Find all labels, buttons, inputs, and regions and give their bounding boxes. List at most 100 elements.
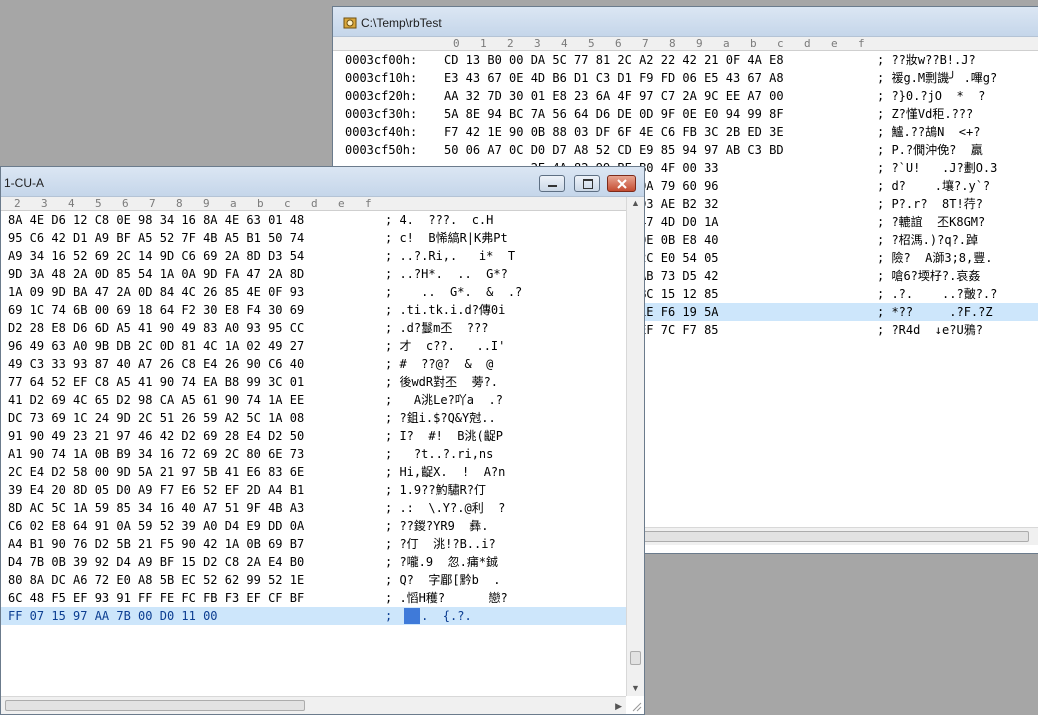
row-hex[interactable]: 91 90 49 23 21 97 46 42 D2 69 28 E4 D2 5… (8, 427, 304, 445)
row-text[interactable]: ; I? #! B洮(齪P (385, 427, 503, 445)
row-text[interactable]: ; ?嚨.9 忽.痡*鋮 (385, 553, 498, 571)
hex-row[interactable]: A1 90 74 1A 0B B9 34 16 72 69 2C 80 6E 7… (1, 445, 626, 463)
hex-row[interactable]: 8A 4E D6 12 C8 0E 98 34 16 8A 4E 63 01 4… (1, 211, 626, 229)
hex-row[interactable]: 41 D2 69 4C 65 D2 98 CA A5 61 90 74 1A E… (1, 391, 626, 409)
hex-row[interactable]: 80 8A DC A6 72 E0 A8 5B EC 52 62 99 52 1… (1, 571, 626, 589)
row-text[interactable]: ; ?柖溤.)?q?.踔 (877, 231, 978, 249)
hex-row[interactable]: 39 E4 20 8D 05 D0 A9 F7 E6 52 EF 2D A4 B… (1, 481, 626, 499)
row-text[interactable]: ; A洮Le?吖a .? (385, 391, 503, 409)
hex-row[interactable]: 0003cf00h: CD 13 B0 00 DA 5C 77 81 2C A2 … (333, 51, 1038, 69)
row-text[interactable]: ; 4. ???. c.H (385, 211, 493, 229)
row-text[interactable]: ; P?.r? 8T!荇? (877, 195, 983, 213)
hex-row[interactable]: 96 49 63 A0 9B DB 2C 0D 81 4C 1A 02 49 2… (1, 337, 626, 355)
row-text[interactable]: ; ?鉏i.$?Q&Y尅.. (385, 409, 496, 427)
row-text[interactable]: ; .慆H穫? 戀? (385, 589, 508, 607)
resize-grip-icon[interactable] (632, 702, 642, 712)
front-hex-rows[interactable]: 8A 4E D6 12 C8 0E 98 34 16 8A 4E 63 01 4… (1, 211, 626, 671)
row-text[interactable]: ; Z?慬Vd秬.??? (877, 105, 973, 123)
hex-row[interactable]: 69 1C 74 6B 00 69 18 64 F2 30 E8 F4 30 6… (1, 301, 626, 319)
row-hex[interactable]: 2C E4 D2 58 00 9D 5A 21 97 5B 41 E6 83 6… (8, 463, 304, 481)
hex-row[interactable]: 91 90 49 23 21 97 46 42 D2 69 28 E4 D2 5… (1, 427, 626, 445)
row-hex[interactable]: A4 B1 90 76 D2 5B 21 F5 90 42 1A 0B 69 B… (8, 535, 304, 553)
scroll-down-icon[interactable]: ▼ (631, 682, 640, 694)
row-text[interactable]: ; 禐g.M剽譏╯ .嗶g? (877, 69, 997, 87)
front-vertical-scrollbar[interactable]: ▲ ▼ (626, 197, 644, 696)
row-hex[interactable]: F7 42 1E 90 0B 88 03 DF 6F 4E C6 FB 3C 2… (444, 123, 784, 141)
hex-row-selected[interactable]: FF 07 15 97 AA 7B 00 D0 11 00 ; ?.. {.?. (1, 607, 626, 625)
maximize-button[interactable] (574, 175, 600, 192)
row-text[interactable]: ; 嗆6?堧杍?.哀姦 (877, 267, 980, 285)
hex-row[interactable]: 95 C6 42 D1 A9 BF A5 52 7F 4B A5 B1 50 7… (1, 229, 626, 247)
row-hex[interactable]: 77 64 52 EF C8 A5 41 90 74 EA B8 99 3C 0… (8, 373, 304, 391)
back-window-titlebar[interactable]: C:\Temp\rbTest (333, 7, 1038, 37)
front-window-titlebar[interactable]: 1-CU-A (1, 167, 644, 197)
row-hex[interactable]: AA 32 7D 30 01 E8 23 6A 4F 97 C7 2A 9C E… (444, 87, 784, 105)
row-text[interactable]: ; Q? 字郿[黔b . (385, 571, 500, 589)
hex-row[interactable]: A9 34 16 52 69 2C 14 9D C6 69 2A 8D D3 5… (1, 247, 626, 265)
close-button[interactable] (607, 175, 636, 192)
row-hex[interactable]: 8D AC 5C 1A 59 85 34 16 40 A7 51 9F 4B A… (8, 499, 304, 517)
row-hex[interactable]: 5A 8E 94 BC 7A 56 64 D6 DE 0D 9F 0E E0 9… (444, 105, 784, 123)
row-hex[interactable]: D4 7B 0B 39 92 D4 A9 BF 15 D2 C8 2A E4 B… (8, 553, 304, 571)
row-text[interactable]: ; 險? A溮3;8,豐. (877, 249, 992, 267)
hex-row[interactable]: 0003cf30h: 5A 8E 94 BC 7A 56 64 D6 DE 0D … (333, 105, 1038, 123)
row-text[interactable]: ; ?`U! .J?劃O.3 (877, 159, 997, 177)
row-text[interactable]: ; ?仃 洮!?B..i? (385, 535, 496, 553)
row-hex[interactable]: 9D 3A 48 2A 0D 85 54 1A 0A 9D FA 47 2A 8… (8, 265, 304, 283)
row-hex[interactable]: 6C 48 F5 EF 93 91 FF FE FC FB F3 EF CF B… (8, 589, 304, 607)
row-text[interactable]: ; 後wdR對丕 蒡?. (385, 373, 498, 391)
row-text[interactable]: ; ?.. {.?. (385, 607, 472, 625)
row-hex[interactable]: 50 06 A7 0C D0 D7 A8 52 CD E9 85 94 97 A… (444, 141, 784, 159)
row-hex[interactable]: A9 34 16 52 69 2C 14 9D C6 69 2A 8D D3 5… (8, 247, 304, 265)
hex-row[interactable]: 0003cf50h: 50 06 A7 0C D0 D7 A8 52 CD E9 … (333, 141, 1038, 159)
row-text[interactable]: ; # ??@? & @ (385, 355, 493, 373)
row-text[interactable]: ; 1.9??魡驌R?仃 (385, 481, 486, 499)
hex-row[interactable]: D4 7B 0B 39 92 D4 A9 BF 15 D2 C8 2A E4 B… (1, 553, 626, 571)
row-text[interactable]: ; P.?僩沖俛? 贏 (877, 141, 983, 159)
row-hex[interactable]: DC 73 69 1C 24 9D 2C 51 26 59 A2 5C 1A 0… (8, 409, 304, 427)
row-hex[interactable]: 96 49 63 A0 9B DB 2C 0D 81 4C 1A 02 49 2… (8, 337, 304, 355)
row-text[interactable]: ; ??鍐?YR9 彝. (385, 517, 488, 535)
row-hex[interactable]: C6 02 E8 64 91 0A 59 52 39 A0 D4 E9 DD 0… (8, 517, 304, 535)
row-text[interactable]: ; ?R4d ↓e?U鴉? (877, 321, 983, 339)
row-text[interactable]: ; *?? .?F.?Z (877, 303, 993, 321)
hex-row[interactable]: C6 02 E8 64 91 0A 59 52 39 A0 D4 E9 DD 0… (1, 517, 626, 535)
row-text[interactable]: ; .d?鬘m丕 ??? (385, 319, 488, 337)
minimize-button[interactable] (539, 175, 565, 192)
row-hex[interactable]: 95 C6 42 D1 A9 BF A5 52 7F 4B A5 B1 50 7… (8, 229, 304, 247)
hex-row[interactable]: 0003cf20h: AA 32 7D 30 01 E8 23 6A 4F 97 … (333, 87, 1038, 105)
hex-row[interactable]: 49 C3 33 93 87 40 A7 26 C8 E4 26 90 C6 4… (1, 355, 626, 373)
hex-row[interactable]: 8D AC 5C 1A 59 85 34 16 40 A7 51 9F 4B A… (1, 499, 626, 517)
row-hex[interactable]: 41 D2 69 4C 65 D2 98 CA A5 61 90 74 1A E… (8, 391, 304, 409)
row-hex[interactable]: E3 43 67 0E 4D B6 D1 C3 D1 F9 FD 06 E5 4… (444, 69, 784, 87)
front-vscroll-thumb[interactable] (630, 651, 641, 665)
row-hex[interactable]: 49 C3 33 93 87 40 A7 26 C8 E4 26 90 C6 4… (8, 355, 304, 373)
row-hex[interactable]: CD 13 B0 00 DA 5C 77 81 2C A2 22 42 21 0… (444, 51, 784, 69)
front-hex-window[interactable]: 1-CU-A 2 3 4 5 6 7 8 9 a b c d e f 8A 4E… (0, 166, 645, 715)
scroll-up-icon[interactable]: ▲ (631, 197, 640, 209)
front-hscroll-thumb[interactable] (5, 700, 305, 711)
row-text[interactable]: ; ?}0.?jO * ? (877, 87, 985, 105)
row-text[interactable]: ; ?t..?.ri,ns (385, 445, 493, 463)
row-text[interactable]: ; d? .壤?.y`? (877, 177, 990, 195)
hex-row[interactable]: 1A 09 9D BA 47 2A 0D 84 4C 26 85 4E 0F 9… (1, 283, 626, 301)
hex-row[interactable]: D2 28 E8 D6 6D A5 41 90 49 83 A0 93 95 C… (1, 319, 626, 337)
row-text[interactable]: ; ..?H*. .. G*? (385, 265, 508, 283)
row-hex[interactable]: A1 90 74 1A 0B B9 34 16 72 69 2C 80 6E 7… (8, 445, 304, 463)
row-hex[interactable]: 8A 4E D6 12 C8 0E 98 34 16 8A 4E 63 01 4… (8, 211, 304, 229)
row-hex[interactable]: 80 8A DC A6 72 E0 A8 5B EC 52 62 99 52 1… (8, 571, 304, 589)
row-hex[interactable]: 69 1C 74 6B 00 69 18 64 F2 30 E8 F4 30 6… (8, 301, 304, 319)
row-text[interactable]: ; c! B悕縞R|K弗Pt (385, 229, 508, 247)
hex-row[interactable]: 6C 48 F5 EF 93 91 FF FE FC FB F3 EF CF B… (1, 589, 626, 607)
row-hex[interactable]: D2 28 E8 D6 6D A5 41 90 49 83 A0 93 95 C… (8, 319, 304, 337)
row-text[interactable]: ; .: \.Y?.@利 ? (385, 499, 505, 517)
row-text[interactable]: ; ..?.Ri,. i* T (385, 247, 515, 265)
hex-row[interactable]: 0003cf10h: E3 43 67 0E 4D B6 D1 C3 D1 F9 … (333, 69, 1038, 87)
hex-row[interactable]: 77 64 52 EF C8 A5 41 90 74 EA B8 99 3C 0… (1, 373, 626, 391)
row-text[interactable]: ; .?. ..?皾?.? (877, 285, 997, 303)
row-text[interactable]: ; .. G*. & .? (385, 283, 522, 301)
row-text[interactable]: ; ?轆誼 丕K8GM? (877, 213, 985, 231)
scroll-right-icon[interactable]: ▶ (615, 700, 622, 712)
row-hex[interactable]: 39 E4 20 8D 05 D0 A9 F7 E6 52 EF 2D A4 B… (8, 481, 304, 499)
hex-row[interactable]: A4 B1 90 76 D2 5B 21 F5 90 42 1A 0B 69 B… (1, 535, 626, 553)
